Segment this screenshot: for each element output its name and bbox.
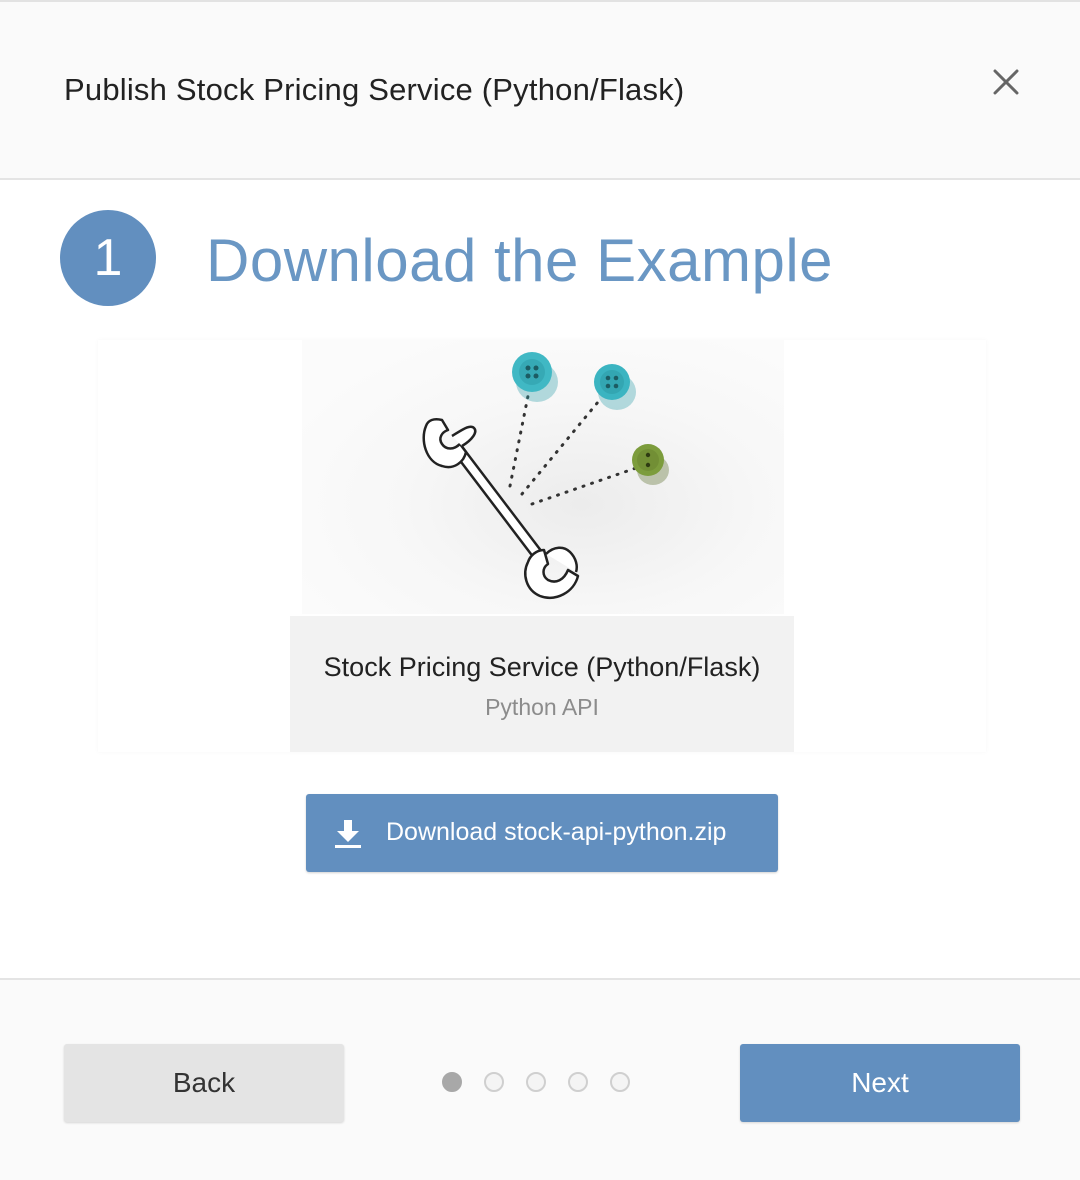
- example-card-caption: Stock Pricing Service (Python/Flask) Pyt…: [290, 616, 794, 752]
- download-button[interactable]: Download stock-api-python.zip: [306, 794, 778, 872]
- step-number-badge: 1: [60, 210, 156, 306]
- pager-dot-5[interactable]: [610, 1072, 630, 1092]
- pager-dot-1[interactable]: [442, 1072, 462, 1092]
- download-button-label: Download stock-api-python.zip: [386, 818, 727, 846]
- example-name: Stock Pricing Service (Python/Flask): [323, 652, 761, 682]
- example-illustration: [302, 340, 784, 614]
- example-type: Python API: [485, 694, 599, 720]
- publish-dialog: Publish Stock Pricing Service (Python/Fl…: [0, 0, 1080, 1180]
- dialog-footer: Back Next: [0, 978, 1080, 1180]
- next-button[interactable]: Next: [740, 1044, 1020, 1122]
- step-title: Download the Example: [206, 227, 834, 294]
- close-icon: [993, 69, 1019, 95]
- dialog-header: Publish Stock Pricing Service (Python/Fl…: [0, 2, 1080, 180]
- back-button[interactable]: Back: [64, 1044, 344, 1122]
- pager-dot-4[interactable]: [568, 1072, 588, 1092]
- step-pager: [440, 1072, 640, 1096]
- download-icon: [335, 820, 361, 848]
- dialog-title: Publish Stock Pricing Service (Python/Fl…: [64, 72, 685, 107]
- pager-dot-3[interactable]: [526, 1072, 546, 1092]
- pager-dot-2[interactable]: [484, 1072, 504, 1092]
- wrench-buttons-illustration: [422, 352, 669, 599]
- close-button[interactable]: [986, 62, 1026, 102]
